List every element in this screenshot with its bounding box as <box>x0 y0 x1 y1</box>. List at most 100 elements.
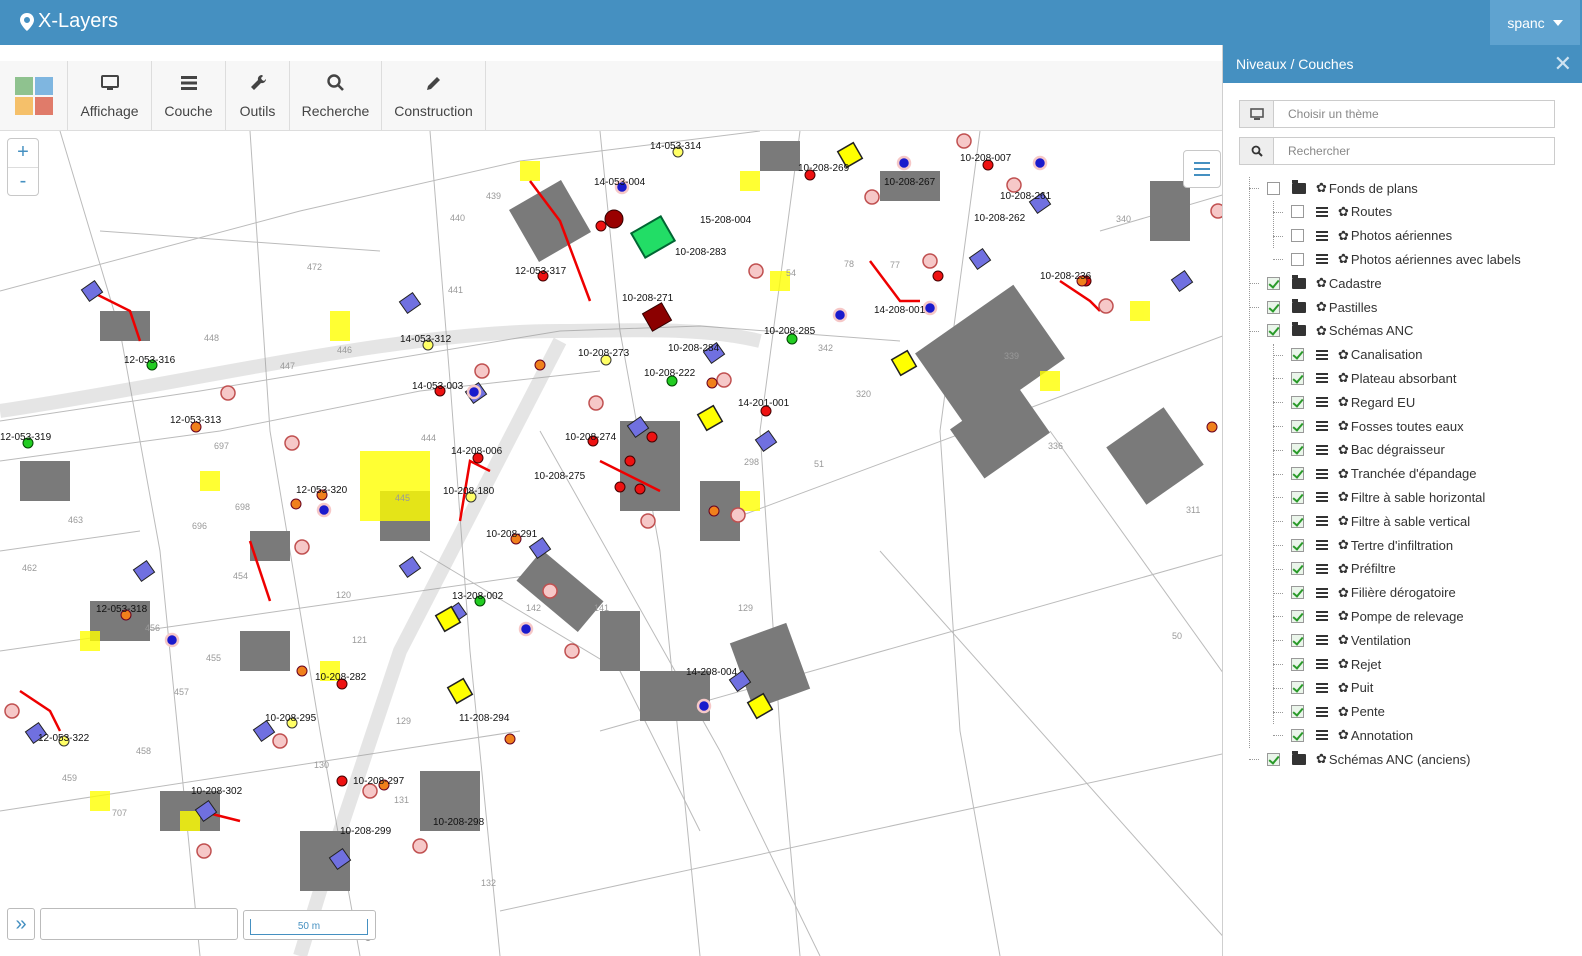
layer-row[interactable]: ✿ Cadastre <box>1267 272 1382 294</box>
layer-checkbox[interactable] <box>1291 514 1304 528</box>
regard-symbol[interactable] <box>748 263 764 279</box>
gear-icon[interactable]: ✿ <box>1338 489 1349 505</box>
prefiltre-symbol[interactable] <box>446 677 474 705</box>
gear-icon[interactable]: ✿ <box>1338 537 1349 553</box>
layer-row[interactable]: ✿ Filière dérogatoire <box>1291 582 1456 604</box>
layer-checkbox[interactable] <box>1267 324 1280 338</box>
rejet-symbol[interactable] <box>634 483 646 495</box>
rejet-symbol[interactable] <box>604 209 624 229</box>
layer-row[interactable]: ✿ Tertre d'infiltration <box>1291 534 1453 556</box>
zoom-in-button[interactable]: + <box>8 139 38 167</box>
fosse-symbol[interactable] <box>80 279 104 303</box>
tool-couche[interactable]: Couche <box>152 61 226 131</box>
layer-checkbox[interactable] <box>1291 586 1304 600</box>
layer-checkbox[interactable] <box>1291 633 1304 647</box>
layer-row[interactable]: ✿ Annotation <box>1291 724 1413 746</box>
bac-symbol[interactable] <box>832 307 848 323</box>
layer-checkbox[interactable] <box>1291 467 1304 481</box>
layer-row[interactable]: ✿ Canalisation <box>1291 344 1422 366</box>
gear-icon[interactable]: ✿ <box>1316 323 1327 339</box>
rejet-symbol[interactable] <box>624 455 636 467</box>
regard-symbol[interactable] <box>284 435 300 451</box>
theme-select[interactable] <box>1239 100 1555 128</box>
fosse-symbol[interactable] <box>132 559 156 583</box>
zoom-out-button[interactable]: - <box>8 166 38 196</box>
rejet-symbol[interactable] <box>646 431 658 443</box>
regard-symbol[interactable] <box>922 253 938 269</box>
layer-row[interactable]: ✿ Plateau absorbant <box>1291 367 1456 389</box>
regard-symbol[interactable] <box>474 363 490 379</box>
layer-checkbox[interactable] <box>1291 205 1304 219</box>
rejet-symbol[interactable] <box>614 481 626 493</box>
gear-icon[interactable]: ✿ <box>1316 180 1327 196</box>
fosse-symbol[interactable] <box>754 429 778 453</box>
layer-checkbox[interactable] <box>1291 538 1304 552</box>
gear-icon[interactable]: ✿ <box>1338 727 1349 743</box>
pompe-symbol[interactable] <box>534 359 546 371</box>
gear-icon[interactable]: ✿ <box>1338 608 1349 624</box>
pompe-symbol[interactable] <box>706 377 718 389</box>
layer-row[interactable]: ✿ Filtre à sable horizontal <box>1291 486 1485 508</box>
prefiltre-symbol[interactable] <box>696 404 724 432</box>
layer-checkbox[interactable] <box>1291 609 1304 623</box>
user-menu[interactable]: spanc <box>1490 0 1580 45</box>
regard-symbol[interactable] <box>716 372 732 388</box>
regard-symbol[interactable] <box>196 843 212 859</box>
layer-checkbox[interactable] <box>1267 300 1280 314</box>
gear-icon[interactable]: ✿ <box>1338 370 1349 386</box>
pompe-symbol[interactable] <box>290 498 302 510</box>
gear-icon[interactable]: ✿ <box>1338 466 1349 482</box>
layer-checkbox[interactable] <box>1291 371 1304 385</box>
regard-symbol[interactable] <box>640 513 656 529</box>
prefiltre-symbol[interactable] <box>890 349 918 377</box>
layer-checkbox[interactable] <box>1291 395 1304 409</box>
app-brand[interactable]: X-Layers <box>20 10 118 33</box>
fosse-symbol[interactable] <box>398 291 422 315</box>
expand-button[interactable]: » <box>7 908 35 940</box>
layer-checkbox[interactable] <box>1291 229 1304 243</box>
layer-search[interactable] <box>1239 137 1555 165</box>
layer-row[interactable]: ✿ Schémas ANC <box>1267 320 1413 342</box>
layer-row[interactable]: ✿ Pente <box>1291 701 1385 723</box>
gear-icon[interactable]: ✿ <box>1338 561 1349 577</box>
layer-checkbox[interactable] <box>1291 252 1304 266</box>
layer-row[interactable]: ✿ Filtre à sable vertical <box>1291 510 1470 532</box>
gear-icon[interactable]: ✿ <box>1338 204 1349 220</box>
layer-checkbox[interactable] <box>1291 419 1304 433</box>
layer-checkbox[interactable] <box>1291 562 1304 576</box>
gear-icon[interactable]: ✿ <box>1338 656 1349 672</box>
gear-icon[interactable]: ✿ <box>1316 299 1327 315</box>
regard-symbol[interactable] <box>730 507 746 523</box>
tool-construction[interactable]: Construction <box>382 61 486 131</box>
regard-symbol[interactable] <box>412 838 428 854</box>
fosse-symbol[interactable] <box>1170 269 1194 293</box>
bac-symbol[interactable] <box>518 621 534 637</box>
plateau-absorbant-symbol[interactable] <box>629 215 677 259</box>
regard-symbol[interactable] <box>272 733 288 749</box>
bac-symbol[interactable] <box>466 384 482 400</box>
layer-checkbox[interactable] <box>1267 752 1280 766</box>
layer-row[interactable]: ✿ Ventilation <box>1291 629 1411 651</box>
pompe-symbol[interactable] <box>1206 421 1218 433</box>
layer-checkbox[interactable] <box>1291 490 1304 504</box>
gear-icon[interactable]: ✿ <box>1338 680 1349 696</box>
layer-checkbox[interactable] <box>1291 728 1304 742</box>
gear-icon[interactable]: ✿ <box>1338 347 1349 363</box>
regard-symbol[interactable] <box>1006 177 1022 193</box>
regard-symbol[interactable] <box>294 539 310 555</box>
regard-symbol[interactable] <box>4 703 20 719</box>
bac-symbol[interactable] <box>1032 155 1048 171</box>
layer-row[interactable]: ✿ Routes <box>1291 201 1392 223</box>
layer-row[interactable]: ✿ Fonds de plans <box>1267 177 1418 199</box>
layer-row[interactable]: ✿ Préfiltre <box>1291 558 1396 580</box>
layer-row[interactable]: ✿ Photos aériennes <box>1291 225 1452 247</box>
gear-icon[interactable]: ✿ <box>1338 251 1349 267</box>
bac-symbol[interactable] <box>316 502 332 518</box>
layer-checkbox[interactable] <box>1291 705 1304 719</box>
regard-symbol[interactable] <box>956 133 972 149</box>
bac-symbol[interactable] <box>922 300 938 316</box>
regard-symbol[interactable] <box>864 189 880 205</box>
tool-outils[interactable]: Outils <box>226 61 290 131</box>
fosse-symbol[interactable] <box>968 247 992 271</box>
layer-checkbox[interactable] <box>1291 443 1304 457</box>
